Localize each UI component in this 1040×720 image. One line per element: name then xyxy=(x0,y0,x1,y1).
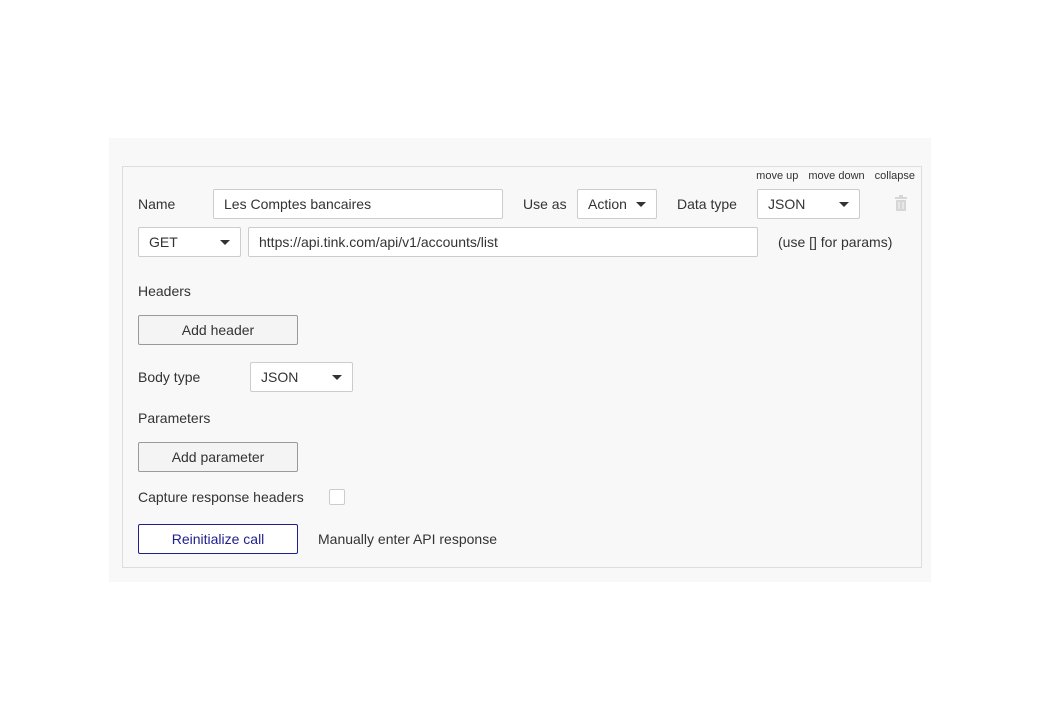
url-hint: (use [] for params) xyxy=(778,234,893,250)
data-type-select[interactable]: JSON xyxy=(757,189,860,219)
reinitialize-call-button[interactable]: Reinitialize call xyxy=(138,524,298,554)
api-call-panel: move up move down collapse Name Use as Act… xyxy=(109,138,931,582)
name-label: Name xyxy=(138,196,176,212)
method-select[interactable]: GET xyxy=(138,227,241,257)
card-controls: move up move down collapse xyxy=(746,170,915,182)
capture-headers-label: Capture response headers xyxy=(138,489,304,505)
use-as-select[interactable]: Action xyxy=(577,189,657,219)
use-as-label: Use as xyxy=(523,196,567,212)
headers-label: Headers xyxy=(138,283,191,299)
parameters-label: Parameters xyxy=(138,410,211,426)
method-value: GET xyxy=(149,234,178,250)
data-type-label: Data type xyxy=(677,196,737,212)
collapse-link[interactable]: collapse xyxy=(875,170,915,182)
capture-headers-checkbox[interactable] xyxy=(329,489,345,505)
data-type-value: JSON xyxy=(768,196,806,212)
body-type-select[interactable]: JSON xyxy=(250,362,353,392)
url-input[interactable] xyxy=(248,227,758,257)
chevron-down-icon xyxy=(636,202,646,207)
move-down-link[interactable]: move down xyxy=(808,170,864,182)
trash-icon[interactable] xyxy=(894,195,908,216)
chevron-down-icon xyxy=(839,202,849,207)
chevron-down-icon xyxy=(332,375,342,380)
add-header-button[interactable]: Add header xyxy=(138,315,298,345)
chevron-down-icon xyxy=(220,240,230,245)
manual-api-response-link[interactable]: Manually enter API response xyxy=(318,524,497,554)
move-up-link[interactable]: move up xyxy=(756,170,798,182)
name-input[interactable] xyxy=(213,189,503,219)
body-type-label: Body type xyxy=(138,369,201,385)
api-call-card: move up move down collapse Name Use as Act… xyxy=(122,166,922,568)
body-type-value: JSON xyxy=(261,369,299,385)
use-as-value: Action xyxy=(588,196,627,212)
add-parameter-button[interactable]: Add parameter xyxy=(138,442,298,472)
